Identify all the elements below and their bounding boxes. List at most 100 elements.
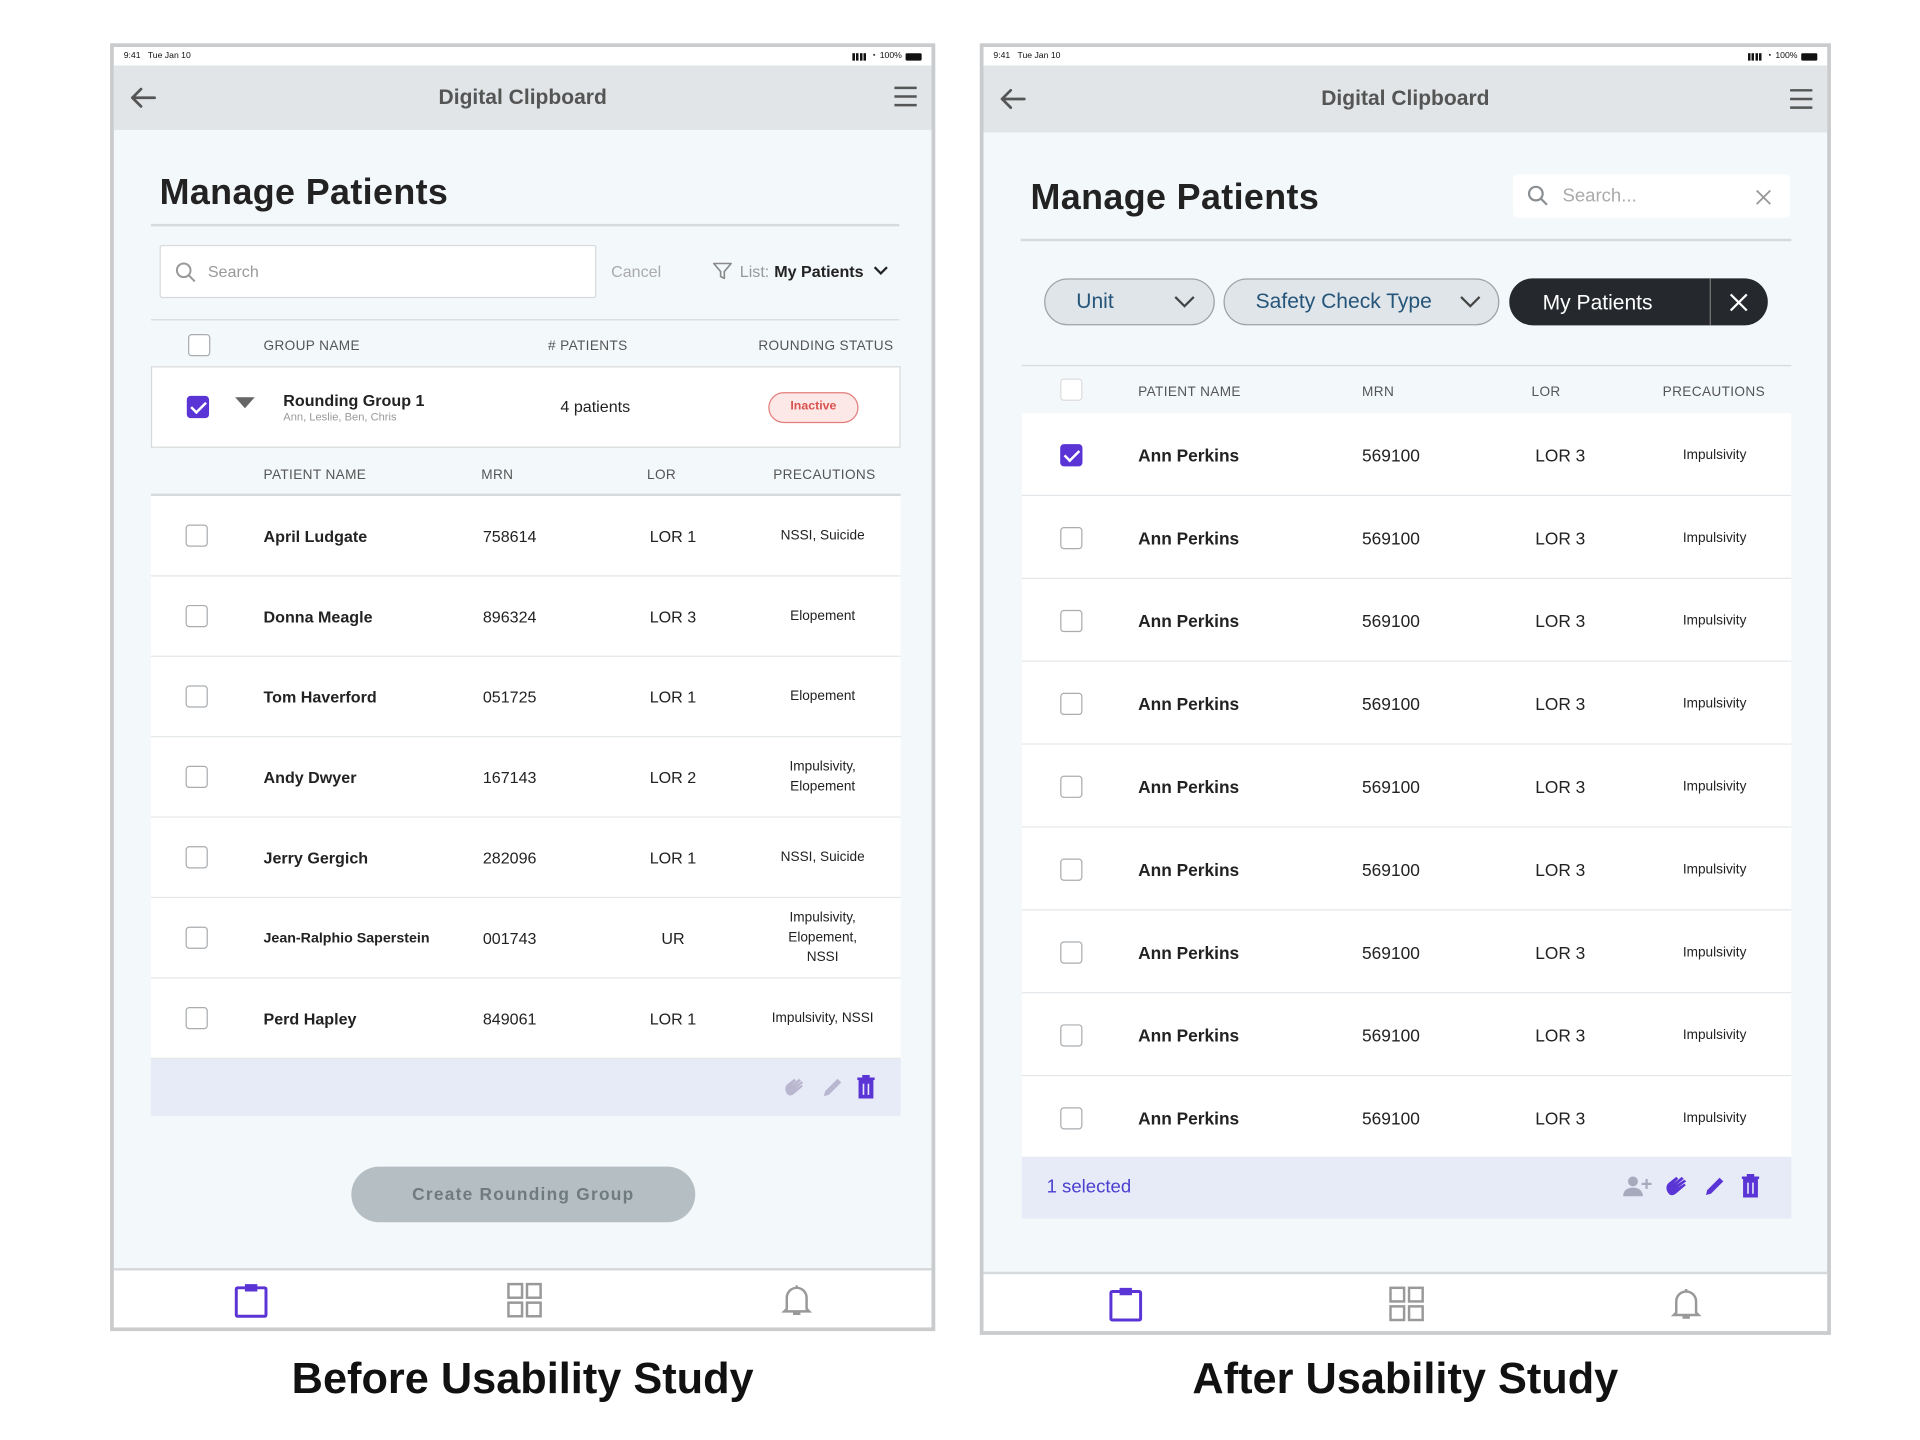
patient-mrn: 167143 — [482, 768, 537, 787]
patient-precautions: Impulsivity, Elopement — [757, 757, 888, 797]
app-title: Digital Clipboard — [438, 85, 607, 109]
patient-name: Ann Perkins — [1138, 611, 1240, 631]
table-row[interactable]: Perd Hapley 849061 LOR 1 Impulsivity, NSSI — [150, 978, 901, 1059]
col-lor: LOR — [647, 467, 677, 483]
patient-lor: LOR 1 — [649, 848, 697, 868]
tab-bar — [983, 1271, 1828, 1332]
bell-icon[interactable] — [1668, 1285, 1705, 1322]
row-checkbox[interactable] — [185, 765, 208, 789]
trash-icon[interactable] — [1741, 1174, 1761, 1199]
table-row[interactable]: Ann Perkins 569100 LOR 3 Impulsivity — [1021, 578, 1792, 662]
patient-mrn: 569100 — [1362, 1108, 1420, 1129]
grid-icon[interactable] — [506, 1282, 543, 1319]
back-arrow-icon[interactable] — [127, 82, 159, 114]
title-divider — [150, 223, 900, 227]
patient-precautions: Impulsivity — [1682, 862, 1747, 878]
clipboard-icon[interactable] — [1107, 1285, 1144, 1322]
table-row[interactable]: Jerry Gergich 282096 LOR 1 NSSI, Suicide — [150, 817, 901, 899]
patient-mrn: 569100 — [1362, 1025, 1420, 1046]
table-row[interactable]: Andy Dwyer 167143 LOR 2 Impulsivity, Elopeme… — [150, 737, 901, 818]
table-row[interactable]: Ann Perkins 569100 LOR 3 Impulsivity — [1021, 910, 1792, 994]
caret-down-icon[interactable] — [235, 397, 255, 409]
clipboard-icon[interactable] — [233, 1282, 270, 1319]
patient-lor: UR — [661, 929, 685, 948]
pencil-icon[interactable] — [820, 1075, 845, 1100]
status-date: Tue Jan 10 — [1017, 51, 1061, 61]
table-row[interactable]: Ann Perkins 569100 LOR 3 Impulsivity — [1021, 993, 1792, 1077]
patient-precautions: NSSI, Suicide — [757, 847, 888, 867]
my-patients-filter-chip[interactable]: My Patients — [1509, 278, 1768, 326]
precaution-line: Elopement — [790, 689, 856, 704]
row-checkbox[interactable] — [1060, 941, 1083, 964]
patient-mrn: 569100 — [1362, 859, 1420, 880]
patient-mrn: 569100 — [1362, 528, 1420, 549]
hamburger-menu-icon[interactable] — [893, 84, 918, 109]
create-rounding-group-button[interactable]: Create Rounding Group — [351, 1166, 696, 1223]
pencil-icon[interactable] — [1702, 1174, 1727, 1199]
table-row[interactable]: Tom Haverford 051725 LOR 1 Elopement — [150, 656, 901, 738]
back-arrow-icon[interactable] — [997, 83, 1029, 115]
search-input[interactable]: Search — [159, 244, 597, 299]
precaution-line: Elopement — [790, 779, 856, 795]
row-checkbox[interactable] — [1060, 692, 1083, 716]
table-row[interactable]: Jean-Ralphio Saperstein 001743 UR Impulsivi… — [150, 898, 901, 979]
row-checkbox[interactable] — [1060, 1024, 1083, 1047]
clear-search-icon[interactable] — [1755, 189, 1771, 205]
patient-name: Perd Hapley — [263, 1009, 357, 1029]
col-precautions: PRECAUTIONS — [773, 467, 876, 483]
patient-mrn: 569100 — [1362, 445, 1420, 466]
search-input[interactable]: Search... — [1512, 174, 1791, 218]
row-checkbox[interactable] — [1060, 858, 1083, 881]
hand-wave-icon[interactable] — [782, 1075, 807, 1100]
row-checkbox[interactable] — [185, 524, 208, 547]
wifi-icon: ◔ — [1766, 51, 1772, 61]
row-checkbox[interactable] — [185, 926, 208, 949]
close-icon[interactable] — [1729, 293, 1748, 312]
cancel-button[interactable]: Cancel — [611, 262, 661, 281]
signal-icon — [1747, 52, 1763, 60]
my-patients-label: My Patients — [1542, 290, 1653, 315]
table-row[interactable]: April Ludgate 758614 LOR 1 NSSI, Suicide — [150, 496, 901, 577]
rounding-group-row[interactable]: Rounding Group 1 Ann, Leslie, Ben, Chris… — [150, 366, 901, 448]
table-row[interactable]: Ann Perkins 569100 LOR 3 Impulsivity — [1021, 1076, 1792, 1160]
table-row[interactable]: Ann Perkins 569100 LOR 3 Impulsivity — [1021, 661, 1792, 745]
unit-filter-dropdown[interactable]: Unit — [1044, 278, 1215, 326]
safety-check-filter-dropdown[interactable]: Safety Check Type — [1223, 278, 1500, 326]
trash-icon[interactable] — [856, 1075, 876, 1100]
status-time: 9:41 — [123, 51, 141, 61]
grid-icon[interactable] — [1388, 1285, 1425, 1322]
patient-name: April Ludgate — [263, 527, 368, 546]
table-row[interactable]: Ann Perkins 569100 LOR 3 Impulsivity — [1021, 744, 1792, 828]
add-person-icon[interactable] — [1623, 1174, 1653, 1199]
table-row[interactable]: Donna Meagle 896324 LOR 3 Elopement — [150, 576, 901, 657]
hamburger-menu-icon[interactable] — [1789, 87, 1814, 112]
patient-name: Jean-Ralphio Saperstein — [263, 931, 430, 947]
table-row[interactable]: Ann Perkins 569100 LOR 3 Impulsivity — [1021, 496, 1792, 579]
search-placeholder: Search — [207, 262, 259, 281]
table-row[interactable]: Ann Perkins 569100 LOR 3 Impulsivity — [1021, 827, 1792, 911]
row-checkbox[interactable] — [1060, 527, 1083, 550]
hand-wave-icon[interactable] — [1663, 1173, 1690, 1200]
patient-mrn: 569100 — [1362, 776, 1420, 797]
patient-precautions: Impulsivity — [1682, 447, 1747, 463]
row-checkbox[interactable] — [185, 846, 208, 869]
bell-icon[interactable] — [778, 1282, 815, 1319]
row-checkbox[interactable] — [185, 604, 208, 628]
row-checkbox[interactable] — [1060, 775, 1083, 798]
row-checkbox[interactable] — [1060, 609, 1083, 633]
list-filter-dropdown[interactable]: List: My Patients — [713, 259, 889, 284]
select-all-groups-checkbox[interactable] — [188, 334, 211, 357]
select-all-checkbox[interactable] — [1060, 378, 1083, 401]
row-checkbox[interactable] — [185, 1006, 208, 1030]
row-checkbox[interactable] — [185, 685, 208, 708]
row-checkbox[interactable] — [1060, 1107, 1083, 1130]
table-row[interactable]: Ann Perkins 569100 LOR 3 Impulsivity — [1021, 413, 1792, 497]
patient-mrn: 282096 — [482, 848, 537, 868]
col-patient-name: PATIENT NAME — [1138, 384, 1241, 400]
precaution-line: Impulsivity, — [789, 759, 856, 775]
patient-lor: LOR 3 — [1535, 611, 1586, 631]
filter-icon — [713, 262, 732, 280]
patient-precautions: Impulsivity — [1682, 696, 1747, 712]
row-checkbox[interactable] — [1060, 444, 1083, 467]
group-checkbox[interactable] — [186, 395, 210, 419]
